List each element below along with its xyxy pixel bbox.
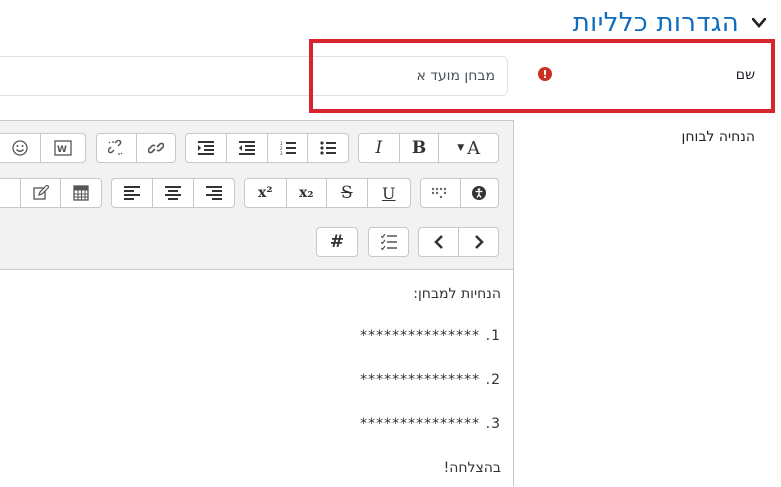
unordered-list-button[interactable] — [307, 134, 348, 162]
unlink-button[interactable] — [97, 134, 136, 162]
toolbar-group-checklist — [368, 227, 409, 257]
toolbar-group-accessibility — [420, 178, 499, 208]
chevron-down-icon[interactable] — [749, 13, 769, 33]
instructions-label: הנחיה לבוחן — [681, 129, 755, 145]
toolbar-group-nav — [418, 227, 499, 257]
content-closing: בהצלחה! — [443, 460, 501, 476]
hashtag-button[interactable]: # — [317, 228, 357, 256]
accessibility-checker-button[interactable] — [459, 179, 498, 207]
toolbar-group-lists: 123 — [185, 133, 349, 163]
table-button[interactable] — [60, 179, 101, 207]
subscript-button[interactable]: x₂ — [285, 179, 327, 207]
outdent-button[interactable] — [226, 134, 267, 162]
svg-text:3: 3 — [280, 151, 283, 155]
svg-text:W: W — [57, 145, 67, 155]
toolbar-group-text-style: I B ▼ A — [358, 133, 499, 163]
section-title: הגדרות כלליות — [572, 8, 739, 38]
indent-button[interactable] — [186, 134, 226, 162]
toolbar-overflow — [0, 179, 20, 207]
rich-text-editor[interactable]: I B ▼ A 123 W x² x₂ S U # הנחיות למבחן: … — [0, 120, 514, 486]
highlight-frame — [309, 39, 775, 113]
toolbar-group-hash: # — [316, 227, 358, 257]
toolbar-group-objects — [0, 178, 102, 208]
editor-toolbar: I B ▼ A 123 W x² x₂ S U # — [0, 121, 513, 270]
font-color-button[interactable]: ▼ A — [438, 134, 498, 162]
checklist-button[interactable] — [369, 228, 408, 256]
content-heading: הנחיות למבחן: — [413, 286, 501, 302]
next-button[interactable] — [458, 228, 498, 256]
toolbar-group-align — [111, 178, 235, 208]
bold-button[interactable]: B — [398, 134, 439, 162]
superscript-button[interactable]: x² — [245, 179, 286, 207]
prev-button[interactable] — [419, 228, 458, 256]
toolbar-group-insert: W — [0, 133, 86, 163]
align-left-button[interactable] — [112, 179, 152, 207]
caret-down-icon: ▼ — [457, 143, 465, 153]
link-button[interactable] — [135, 134, 175, 162]
strikethrough-button[interactable]: S — [326, 179, 367, 207]
italic-button[interactable]: I — [359, 134, 399, 162]
section-header[interactable]: הגדרות כלליות — [573, 8, 769, 38]
emoticon-button[interactable] — [0, 134, 40, 162]
word-paste-button[interactable]: W — [39, 134, 85, 162]
content-list-item: 3. *************** — [360, 416, 501, 432]
toolbar-group-format: x² x₂ S U — [244, 178, 411, 208]
align-right-button[interactable] — [192, 179, 234, 207]
toolbar-group-links — [96, 133, 176, 163]
underline-button[interactable]: U — [366, 179, 410, 207]
edit-pen-button[interactable] — [19, 179, 61, 207]
content-list-item: 2. *************** — [360, 372, 501, 388]
ordered-list-button[interactable]: 123 — [266, 134, 308, 162]
editor-content[interactable]: הנחיות למבחן: 1. *************** 2. ****… — [0, 269, 513, 487]
content-list-item: 1. *************** — [360, 328, 501, 344]
align-center-button[interactable] — [152, 179, 192, 207]
screenreader-helper-button[interactable] — [421, 179, 460, 207]
